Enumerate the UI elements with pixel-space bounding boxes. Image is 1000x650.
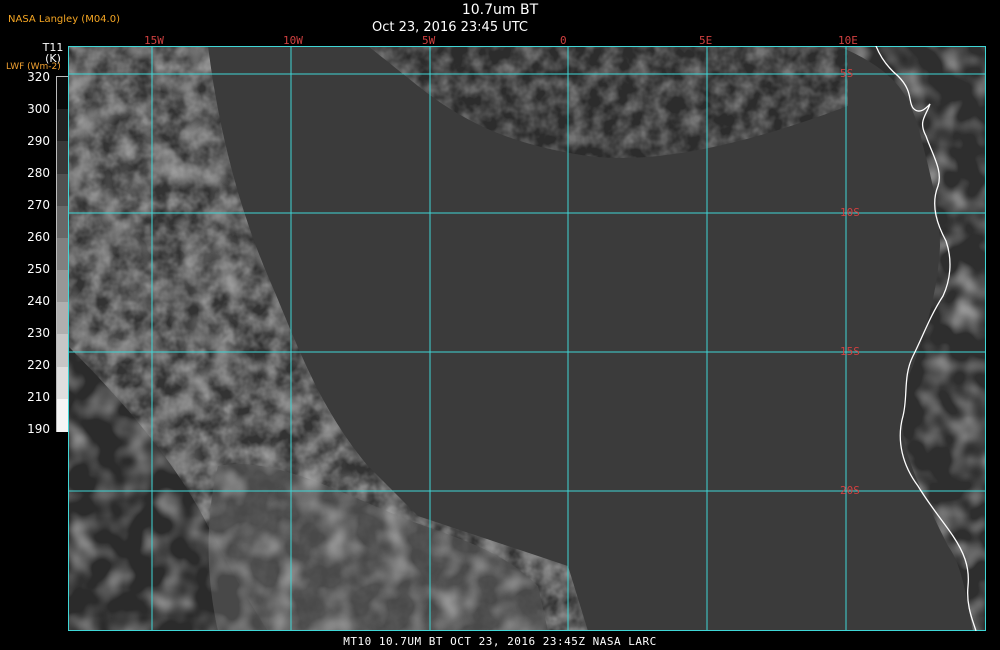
longitude-label: 5W (422, 34, 436, 47)
colorscale-tick-label: 290 (27, 134, 50, 148)
longitude-label: 5E (699, 34, 713, 47)
longitude-label: 10W (283, 34, 303, 47)
longitude-label: 0 (560, 34, 567, 47)
colorscale-ticks: 320 300 290 280 270 260 250 240 230 220 210 190 (0, 70, 52, 440)
image-title: 10.7um BT (461, 2, 539, 18)
colorscale-tick-label: 240 (27, 294, 50, 308)
colorscale-tick-label: 230 (27, 326, 50, 340)
colorscale-tick-label: 210 (27, 390, 50, 404)
colorscale-tick-label: 260 (27, 230, 50, 244)
footer-caption: MT10 10.7UM BT OCT 23, 2016 23:45Z NASA … (343, 635, 657, 648)
satellite-map[interactable] (68, 46, 986, 631)
longitude-labels: 15W 10W 5W 0 5E 10E (0, 32, 1000, 47)
colorscale-tick-label: 220 (27, 358, 50, 372)
colorscale-tick-label: 280 (27, 166, 50, 180)
colorscale-tick-label: 250 (27, 262, 50, 276)
colorscale-tick-label: 320 (27, 70, 50, 84)
map-canvas (68, 46, 986, 631)
colorscale-tick-label: 270 (27, 198, 50, 212)
colorscale-tick-label: 300 (27, 102, 50, 116)
longitude-label: 15W (144, 34, 164, 47)
longitude-label: 10E (838, 34, 858, 47)
colorscale-tick-label: 190 (27, 422, 50, 436)
